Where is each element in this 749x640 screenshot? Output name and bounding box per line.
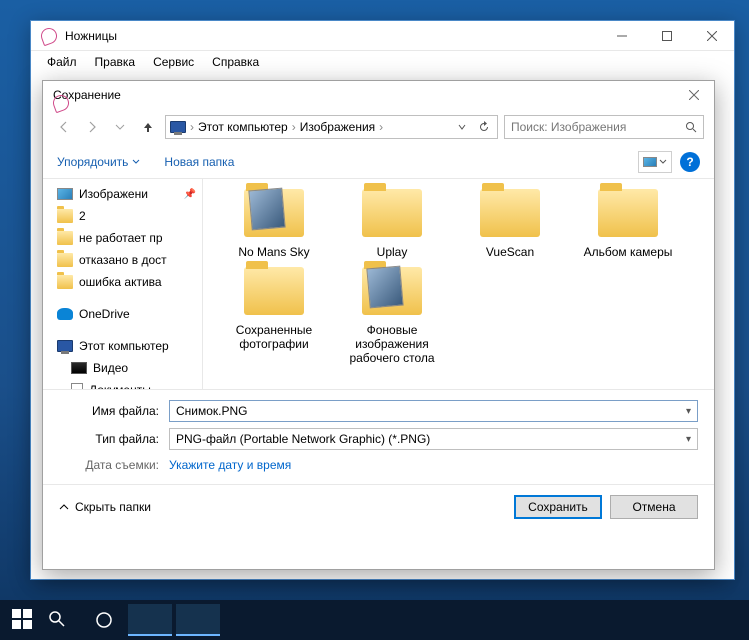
filename-label: Имя файла:	[59, 404, 169, 418]
folder-item[interactable]: Uplay	[333, 185, 451, 259]
search-placeholder: Поиск: Изображения	[511, 120, 626, 134]
search-input[interactable]: Поиск: Изображения	[504, 115, 704, 139]
toolbar: Упорядочить Новая папка ?	[43, 145, 714, 179]
search-icon	[685, 121, 697, 133]
recent-dropdown[interactable]	[109, 116, 131, 138]
save-dialog: Сохранение › Этот компьютер › Изображени…	[42, 80, 715, 570]
dialog-footer: Скрыть папки Сохранить Отмена	[43, 484, 714, 531]
crumb-thispc[interactable]: Этот компьютер	[198, 120, 288, 134]
tree-folder[interactable]: ошибка актива	[43, 271, 202, 293]
thumbnail-icon	[643, 157, 657, 167]
folder-label: Фоновые изображения рабочего стола	[333, 323, 451, 365]
chevron-right-icon: ›	[190, 120, 194, 134]
date-label: Дата съемки:	[59, 458, 169, 472]
maximize-button[interactable]	[644, 22, 689, 50]
folder-label: Альбом камеры	[569, 245, 687, 259]
chevron-down-icon[interactable]: ▾	[686, 434, 691, 445]
tree-onedrive[interactable]: OneDrive	[43, 303, 202, 325]
pictures-icon	[57, 188, 73, 200]
folder-icon	[476, 185, 544, 241]
folder-label: VueScan	[451, 245, 569, 259]
folder-icon	[240, 263, 308, 319]
filetype-label: Тип файла:	[59, 432, 169, 446]
onedrive-icon	[57, 308, 73, 320]
menu-edit[interactable]: Правка	[87, 53, 144, 71]
taskbar-search-icon[interactable]	[48, 610, 68, 630]
tree-video[interactable]: Видео	[43, 357, 202, 379]
crumb-pictures[interactable]: Изображения	[300, 120, 375, 134]
document-icon	[71, 383, 83, 389]
folder-label: Сохраненные фотографии	[215, 323, 333, 351]
address-bar[interactable]: › Этот компьютер › Изображения ›	[165, 115, 498, 139]
view-mode-button[interactable]	[638, 151, 672, 173]
taskbar-cortana[interactable]	[82, 604, 126, 636]
refresh-button[interactable]	[475, 118, 493, 136]
forward-button[interactable]	[81, 116, 103, 138]
taskbar-app[interactable]	[176, 604, 220, 636]
video-icon	[71, 362, 87, 374]
parent-menubar: Файл Правка Сервис Справка	[31, 51, 734, 73]
chevron-up-icon	[59, 502, 69, 512]
tree-folder[interactable]: 2	[43, 205, 202, 227]
save-button[interactable]: Сохранить	[514, 495, 602, 519]
folder-item[interactable]: VueScan	[451, 185, 569, 259]
folder-icon	[57, 253, 73, 267]
chevron-down-icon	[659, 158, 667, 166]
chevron-right-icon: ›	[292, 120, 296, 134]
tree-thispc[interactable]: Этот компьютер	[43, 335, 202, 357]
chevron-right-icon: ›	[379, 120, 383, 134]
hide-folders-toggle[interactable]: Скрыть папки	[59, 500, 151, 514]
back-button[interactable]	[53, 116, 75, 138]
new-folder-button[interactable]: Новая папка	[164, 155, 234, 169]
folder-icon	[594, 185, 662, 241]
computer-icon	[170, 121, 186, 133]
nav-tree: Изображени📌 2 не работает пр отказано в …	[43, 179, 203, 389]
pin-icon: 📌	[184, 189, 196, 200]
start-button[interactable]	[12, 609, 34, 631]
chevron-down-icon	[132, 158, 140, 166]
taskbar-app[interactable]	[128, 604, 172, 636]
nav-row: › Этот компьютер › Изображения › Поиск: …	[43, 109, 714, 145]
menu-file[interactable]: Файл	[39, 53, 85, 71]
address-dropdown[interactable]	[453, 118, 471, 136]
form-area: Имя файла: Снимок.PNG ▾ Тип файла: PNG-ф…	[43, 389, 714, 484]
date-link[interactable]: Укажите дату и время	[169, 458, 291, 472]
folder-item[interactable]: Сохраненные фотографии	[215, 263, 333, 365]
folder-label: Uplay	[333, 245, 451, 259]
scissors-icon	[41, 28, 57, 44]
folder-icon	[57, 209, 73, 223]
folder-item[interactable]: Альбом камеры	[569, 185, 687, 259]
menu-service[interactable]: Сервис	[145, 53, 202, 71]
minimize-button[interactable]	[599, 22, 644, 50]
cancel-button[interactable]: Отмена	[610, 495, 698, 519]
folder-icon	[240, 185, 308, 241]
folder-icon	[358, 185, 426, 241]
organize-menu[interactable]: Упорядочить	[57, 155, 140, 169]
folder-item[interactable]: No Mans Sky	[215, 185, 333, 259]
close-button[interactable]	[689, 22, 734, 50]
menu-help[interactable]: Справка	[204, 53, 267, 71]
up-button[interactable]	[137, 116, 159, 138]
tree-folder[interactable]: отказано в дост	[43, 249, 202, 271]
file-pane[interactable]: No Mans SkyUplayVueScanАльбом камеры Сохр…	[203, 179, 714, 389]
computer-icon	[57, 340, 73, 352]
tree-pictures[interactable]: Изображени📌	[43, 183, 202, 205]
tree-documents[interactable]: Документы	[43, 379, 202, 389]
chevron-down-icon[interactable]: ▾	[686, 406, 691, 417]
folder-item[interactable]: Фоновые изображения рабочего стола	[333, 263, 451, 365]
help-button[interactable]: ?	[680, 152, 700, 172]
folder-icon	[358, 263, 426, 319]
folder-icon	[57, 275, 73, 289]
folder-icon	[57, 231, 73, 245]
filetype-select[interactable]: PNG-файл (Portable Network Graphic) (*.P…	[169, 428, 698, 450]
parent-titlebar: Ножницы	[31, 21, 734, 51]
folder-label: No Mans Sky	[215, 245, 333, 259]
save-titlebar: Сохранение	[43, 81, 714, 109]
dialog-close-button[interactable]	[674, 82, 714, 108]
taskbar[interactable]	[0, 600, 749, 640]
parent-title: Ножницы	[65, 29, 117, 43]
filename-input[interactable]: Снимок.PNG ▾	[169, 400, 698, 422]
tree-folder[interactable]: не работает пр	[43, 227, 202, 249]
